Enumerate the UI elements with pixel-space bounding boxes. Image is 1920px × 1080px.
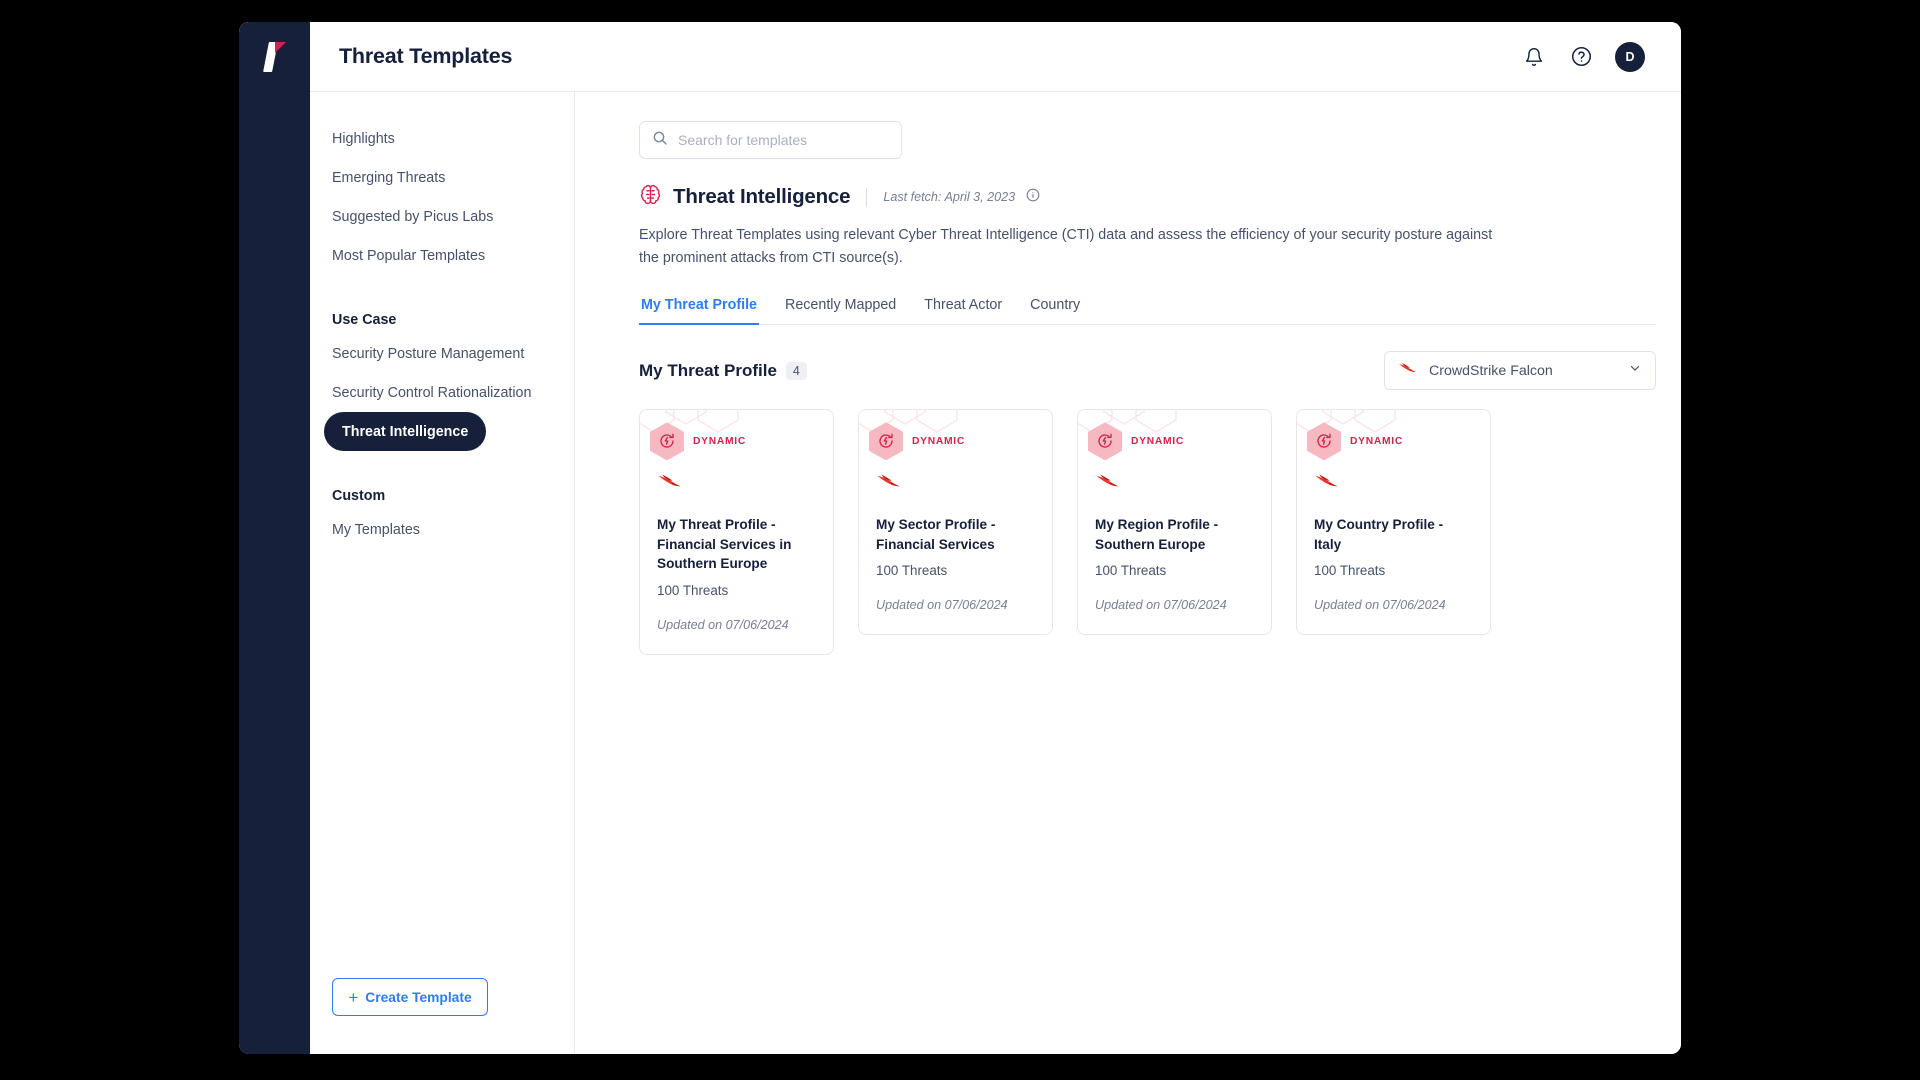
crowdstrike-falcon-icon [859, 460, 1052, 495]
create-template-label: Create Template [365, 989, 472, 1005]
sidebar-item-emerging-threats[interactable]: Emerging Threats [310, 158, 574, 197]
card-badge-label: DYNAMIC [1131, 435, 1184, 447]
top-bar: Threat Templates D [239, 22, 1681, 92]
crowdstrike-falcon-icon [1078, 460, 1271, 495]
create-template-area: + Create Template [310, 978, 574, 1054]
main-content: Threat Intelligence Last fetch: April 3,… [575, 92, 1681, 1054]
page-title: Threat Templates [339, 44, 513, 68]
application-window: Threat Templates D Highlights Emerging T… [239, 22, 1681, 1054]
tabs: My Threat Profile Recently Mapped Threat… [639, 297, 1656, 326]
tab-my-threat-profile[interactable]: My Threat Profile [639, 297, 759, 326]
card-badge-label: DYNAMIC [912, 435, 965, 447]
bell-icon[interactable] [1521, 44, 1547, 70]
card-badge-label: DYNAMIC [1350, 435, 1403, 447]
info-circle-icon[interactable] [1026, 188, 1040, 207]
dynamic-refresh-icon [650, 422, 684, 461]
avatar[interactable]: D [1615, 41, 1645, 72]
card-updated-date: Updated on 07/06/2024 [657, 618, 789, 632]
card-title: My Threat Profile - Financial Services i… [657, 517, 792, 572]
tab-recently-mapped[interactable]: Recently Mapped [783, 297, 898, 324]
brain-icon [639, 183, 662, 211]
tab-country[interactable]: Country [1028, 297, 1082, 324]
dynamic-refresh-icon [869, 422, 903, 461]
sidebar-group-use-case: Use Case [332, 312, 397, 328]
plus-icon: + [348, 987, 359, 1007]
card-updated-date: Updated on 07/06/2024 [876, 598, 1008, 613]
chevron-down-icon [1628, 361, 1642, 380]
tab-threat-actor[interactable]: Threat Actor [922, 297, 1004, 324]
card-badge: DYNAMIC [1078, 410, 1271, 461]
sidebar-item-my-templates[interactable]: My Templates [310, 510, 574, 549]
template-card[interactable]: DYNAMIC My Region Profile - Southern Eur… [1077, 409, 1272, 636]
crowdstrike-falcon-icon [1297, 460, 1490, 495]
dynamic-refresh-icon [1307, 422, 1341, 461]
picus-logo-icon [262, 41, 288, 72]
card-title: My Region Profile - Southern Europe [1095, 517, 1219, 552]
sidebar: Highlights Emerging Threats Suggested by… [310, 92, 575, 1054]
sidebar-item-threat-intelligence[interactable]: Threat Intelligence [324, 412, 487, 451]
template-card[interactable]: DYNAMIC My Threat Profile - Financial Se… [639, 409, 834, 655]
template-card[interactable]: DYNAMIC My Sector Profile - Financial Se… [858, 409, 1053, 636]
card-threat-count: 100 Threats [876, 563, 948, 579]
search-input[interactable] [678, 132, 889, 148]
card-badge-label: DYNAMIC [693, 435, 746, 447]
search-icon [652, 130, 668, 151]
create-template-button[interactable]: + Create Template [332, 978, 488, 1016]
card-updated-date: Updated on 07/06/2024 [1314, 598, 1446, 613]
last-fetch-label: Last fetch: April 3, 2023 [883, 190, 1016, 204]
template-card[interactable]: DYNAMIC My Country Profile - Italy 100 T… [1296, 409, 1491, 636]
crowdstrike-falcon-icon [640, 460, 833, 495]
template-cards: DYNAMIC My Threat Profile - Financial Se… [639, 409, 1681, 655]
body-region: Highlights Emerging Threats Suggested by… [239, 92, 1681, 1054]
section-header: My Threat Profile 4 CrowdStrike Falcon [639, 351, 1656, 391]
sidebar-item-security-control-rationalization[interactable]: Security Control Rationalization [310, 373, 574, 412]
section-count-badge: 4 [785, 361, 807, 381]
cti-source-select[interactable]: CrowdStrike Falcon [1384, 351, 1656, 391]
card-title: My Country Profile - Italy [1314, 517, 1444, 552]
threat-intelligence-description: Explore Threat Templates using relevant … [639, 227, 1493, 267]
crowdstrike-falcon-icon [1398, 361, 1418, 380]
sidebar-group-custom: Custom [332, 488, 386, 504]
sidebar-item-security-posture-management[interactable]: Security Posture Management [310, 334, 574, 373]
left-rail [239, 92, 310, 1054]
card-badge: DYNAMIC [640, 410, 833, 461]
card-updated-date: Updated on 07/06/2024 [1095, 598, 1227, 613]
top-bar-actions: D [1521, 41, 1645, 72]
help-circle-icon[interactable] [1568, 44, 1594, 70]
brand-logo[interactable] [239, 22, 310, 92]
card-badge: DYNAMIC [859, 410, 1052, 461]
divider [866, 187, 868, 207]
card-badge: DYNAMIC [1297, 410, 1490, 461]
section-title: My Threat Profile [639, 360, 777, 380]
threat-intelligence-title: Threat Intelligence [673, 185, 851, 208]
card-title: My Sector Profile - Financial Services [876, 517, 996, 552]
search-box[interactable] [639, 121, 902, 159]
dynamic-refresh-icon [1088, 422, 1122, 461]
card-threat-count: 100 Threats [657, 583, 729, 598]
cti-source-label: CrowdStrike Falcon [1429, 362, 1553, 379]
sidebar-item-most-popular-templates[interactable]: Most Popular Templates [310, 236, 574, 275]
card-threat-count: 100 Threats [1314, 563, 1386, 579]
sidebar-item-suggested-by-picus-labs[interactable]: Suggested by Picus Labs [310, 197, 574, 236]
sidebar-item-highlights[interactable]: Highlights [310, 119, 574, 158]
card-threat-count: 100 Threats [1095, 563, 1167, 579]
threat-intelligence-header: Threat Intelligence Last fetch: April 3,… [639, 183, 1681, 211]
